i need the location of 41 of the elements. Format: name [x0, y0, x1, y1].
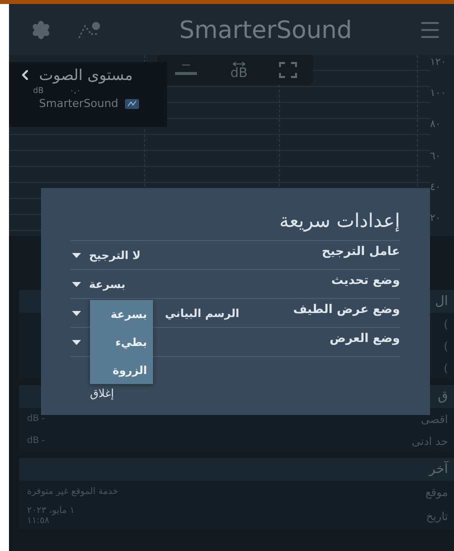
- axis-label: ١٢٠: [430, 57, 448, 68]
- app-title: SmarterSound: [178, 16, 353, 44]
- row-value: dB -: [27, 414, 45, 424]
- row-label: حد ادنى: [412, 434, 448, 448]
- menu-option[interactable]: الزروة: [90, 364, 153, 376]
- setting-label: وضع تحديث: [331, 272, 400, 289]
- axis-label: ٤٠: [430, 182, 442, 193]
- settings-icon[interactable]: [31, 20, 51, 40]
- dialog-title: إعدادات سريعة: [70, 210, 400, 241]
- caret-icon: [72, 340, 81, 344]
- setting-label: وضع العرض: [330, 330, 400, 347]
- axis-label: ٢٠: [430, 212, 442, 224]
- row-label: (: [444, 362, 448, 374]
- caret-icon: [72, 310, 81, 316]
- caret-icon: [72, 252, 81, 258]
- setting-select[interactable]: لا الترجيح: [70, 241, 141, 269]
- row-label: اقصى: [420, 412, 448, 426]
- row-value: dB -: [27, 436, 45, 446]
- row-label: (: [444, 340, 448, 352]
- row-label: تاريخ: [426, 510, 448, 522]
- row-value: خدمة الموقع غير متوفرة: [27, 487, 118, 497]
- axis-label: ٦٠: [430, 150, 442, 162]
- unit-label: dB: [33, 86, 44, 95]
- widget-title: مستوى الصوت: [39, 66, 133, 84]
- row-label: موقع: [425, 486, 448, 498]
- row-value: ١ مايو، ٢٠٢٣ ١١:٥٨: [27, 506, 75, 526]
- axis-label: ٨٠: [430, 119, 442, 130]
- chart-icon[interactable]: [77, 20, 103, 40]
- axis-label: ١٠٠: [430, 88, 448, 100]
- logo-icon: [124, 98, 140, 110]
- setting-label: عامل الترجيح: [322, 243, 400, 260]
- arrows-icon: [232, 60, 246, 66]
- level-value: ٠,٠: [70, 86, 81, 95]
- close-button[interactable]: إغلاق: [88, 385, 116, 402]
- caret-icon: [72, 282, 81, 286]
- line-icon[interactable]: [172, 63, 199, 77]
- row-label: (: [444, 318, 448, 330]
- brand-label: SmarterSound: [39, 97, 118, 110]
- fullscreen-icon[interactable]: [279, 62, 298, 78]
- section-header: آخر: [19, 458, 454, 481]
- menu-option[interactable]: بطيء: [90, 336, 153, 348]
